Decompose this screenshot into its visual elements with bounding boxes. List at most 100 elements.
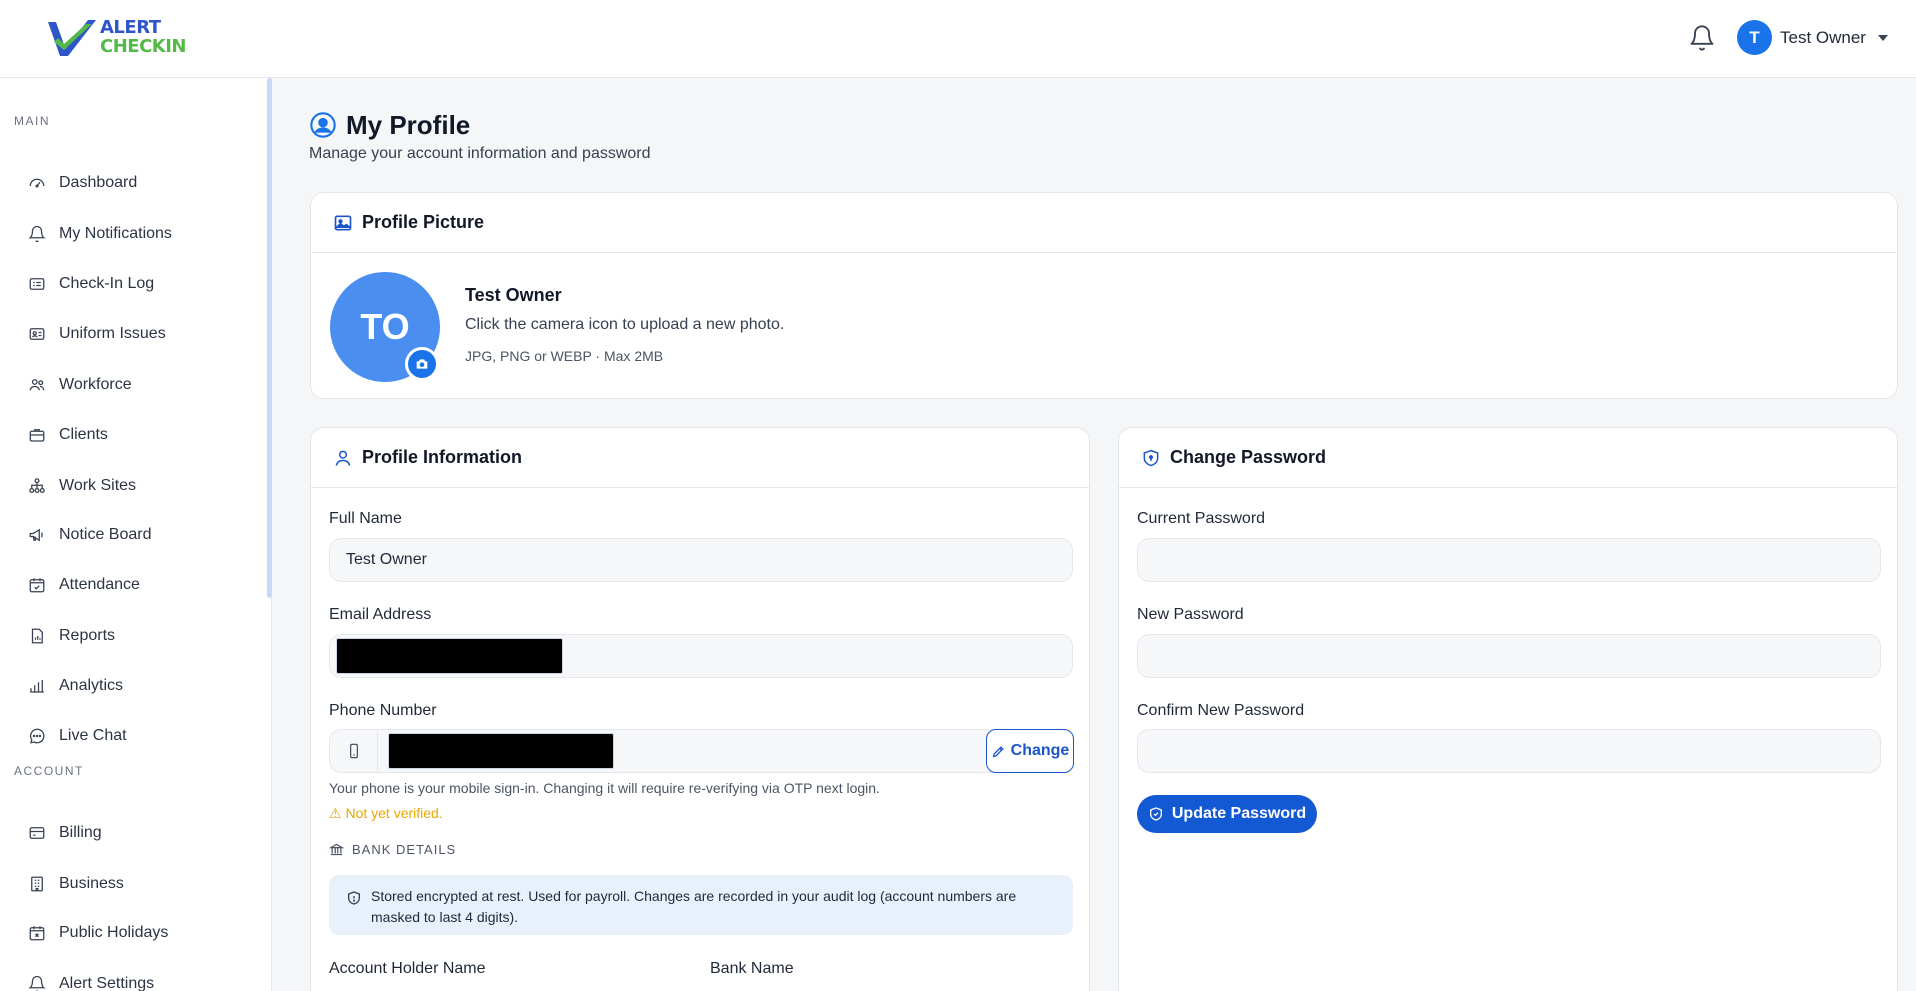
profile-picture-card: Profile Picture TO Test Owner Click the …: [310, 192, 1898, 399]
sidebar-scrollbar[interactable]: [267, 78, 272, 598]
report-icon: [27, 626, 47, 646]
card-header: Profile Information: [311, 428, 1089, 488]
bell-icon: [27, 224, 47, 244]
sidebar-item-label: Live Chat: [59, 727, 127, 744]
list-card-icon: [27, 274, 47, 294]
card-header: Change Password: [1119, 428, 1897, 488]
profile-information-card: Profile Information Full Name Email Addr…: [310, 427, 1090, 991]
sidebar-item-label: Dashboard: [59, 174, 138, 191]
phone-note: Your phone is your mobile sign-in. Chang…: [329, 780, 880, 796]
card-title: Change Password: [1170, 447, 1327, 467]
sidebar-item-label: Work Sites: [59, 477, 137, 494]
bank-name-label: Bank Name: [710, 960, 794, 977]
bank-security-note: Stored encrypted at rest. Used for payro…: [329, 875, 1073, 935]
sidebar-item-label: My Notifications: [59, 225, 172, 242]
mobile-phone-icon: [330, 730, 378, 772]
sidebar-item-label: Analytics: [59, 677, 124, 694]
sidebar-item-label: Billing: [59, 824, 102, 841]
sidebar-item-check-in-log[interactable]: Check-In Log: [0, 264, 265, 304]
sidebar-item-attendance[interactable]: Attendance: [0, 565, 265, 605]
sidebar-item-workforce[interactable]: Workforce: [0, 365, 265, 405]
top-bar: ALERT CHECKIN T Test Owner: [0, 0, 1916, 78]
sidebar: MAIN Dashboard My Notifications Check-In…: [0, 78, 272, 991]
sidebar-item-alert-settings[interactable]: Alert Settings: [0, 964, 265, 991]
bank-details-heading: BANK DETAILS: [329, 842, 456, 857]
sidebar-item-label: Notice Board: [59, 526, 152, 543]
sidebar-item-notice-board[interactable]: Notice Board: [0, 515, 265, 555]
new-password-input[interactable]: [1137, 634, 1881, 678]
sidebar-item-label: Check-In Log: [59, 275, 155, 292]
phone-input-group: Change: [329, 729, 1074, 773]
page-subtitle: Manage your account information and pass…: [309, 145, 651, 162]
sidebar-item-uniform-issues[interactable]: Uniform Issues: [0, 314, 265, 354]
pencil-icon: [992, 745, 1004, 757]
chevron-down-icon[interactable]: [1878, 35, 1888, 41]
confirm-password-label: Confirm New Password: [1137, 702, 1305, 719]
upload-photo-button[interactable]: [405, 347, 439, 381]
card-title: Profile Information: [362, 447, 523, 467]
phone-label: Phone Number: [329, 702, 437, 719]
credit-card-icon: [27, 823, 47, 843]
not-verified-text: Not yet verified.: [345, 805, 443, 821]
upload-hint: Click the camera icon to upload a new ph…: [465, 316, 785, 333]
logo-check-icon: [48, 20, 96, 56]
briefcase-icon: [27, 425, 47, 445]
redacted-phone: [388, 733, 614, 769]
bank-icon: [329, 843, 344, 856]
sidebar-item-reports[interactable]: Reports: [0, 616, 265, 656]
card-title: Profile Picture: [362, 212, 485, 232]
sidebar-item-work-sites[interactable]: Work Sites: [0, 466, 265, 506]
sidebar-item-label: Business: [59, 875, 124, 892]
current-password-label: Current Password: [1137, 510, 1266, 527]
logo-text: ALERT CHECKIN: [100, 18, 187, 57]
sidebar-item-business[interactable]: Business: [0, 864, 265, 904]
image-icon: [333, 213, 353, 233]
user-avatar[interactable]: T: [1737, 20, 1772, 55]
diagram-icon: [27, 476, 47, 496]
logo-line-2: CHECKIN: [100, 36, 187, 57]
new-password-label: New Password: [1137, 606, 1244, 623]
app-logo[interactable]: ALERT CHECKIN: [46, 16, 187, 62]
sidebar-item-public-holidays[interactable]: Public Holidays: [0, 913, 265, 953]
bank-note-text: Stored encrypted at rest. Used for payro…: [371, 888, 1017, 925]
full-name-input[interactable]: [329, 538, 1073, 582]
sidebar-item-label: Clients: [59, 426, 108, 443]
sidebar-section-account: ACCOUNT: [14, 764, 84, 778]
shield-lock-icon: [1141, 448, 1161, 468]
change-phone-button[interactable]: Change: [986, 729, 1074, 773]
sidebar-item-live-chat[interactable]: Live Chat: [0, 716, 265, 756]
sidebar-item-dashboard[interactable]: Dashboard: [0, 163, 265, 203]
update-password-button[interactable]: Update Password: [1137, 795, 1317, 833]
email-input[interactable]: [329, 634, 1073, 678]
page-title: My Profile: [346, 110, 471, 140]
verification-status: ⚠ Not yet verified.: [329, 805, 443, 822]
sidebar-item-label: Uniform Issues: [59, 325, 166, 342]
sidebar-item-my-notifications[interactable]: My Notifications: [0, 214, 265, 254]
warning-icon: ⚠: [329, 805, 342, 821]
sidebar-item-analytics[interactable]: Analytics: [0, 666, 265, 706]
building-icon: [27, 874, 47, 894]
email-label: Email Address: [329, 606, 432, 623]
bell-icon: [27, 974, 47, 991]
sidebar-item-label: Workforce: [59, 376, 132, 393]
bar-chart-icon: [27, 676, 47, 696]
current-password-input[interactable]: [1137, 538, 1881, 582]
profile-name: Test Owner: [465, 285, 562, 305]
sidebar-item-label: Attendance: [59, 576, 140, 593]
notifications-bell-icon[interactable]: [1688, 24, 1716, 52]
confirm-password-input[interactable]: [1137, 729, 1881, 773]
account-holder-label: Account Holder Name: [329, 960, 486, 977]
people-icon: [27, 375, 47, 395]
sidebar-item-billing[interactable]: Billing: [0, 813, 265, 853]
change-phone-label: Change: [1010, 742, 1070, 759]
full-name-label: Full Name: [329, 510, 402, 527]
shield-icon: [346, 890, 362, 906]
change-password-card: Change Password Current Password New Pas…: [1118, 427, 1898, 991]
sidebar-item-clients[interactable]: Clients: [0, 415, 265, 455]
megaphone-icon: [27, 525, 47, 545]
calendar-check-icon: [27, 575, 47, 595]
redacted-email: [336, 638, 563, 674]
user-menu-name[interactable]: Test Owner: [1780, 28, 1866, 48]
calendar-x-icon: [27, 923, 47, 943]
sidebar-item-label: Reports: [59, 627, 116, 644]
